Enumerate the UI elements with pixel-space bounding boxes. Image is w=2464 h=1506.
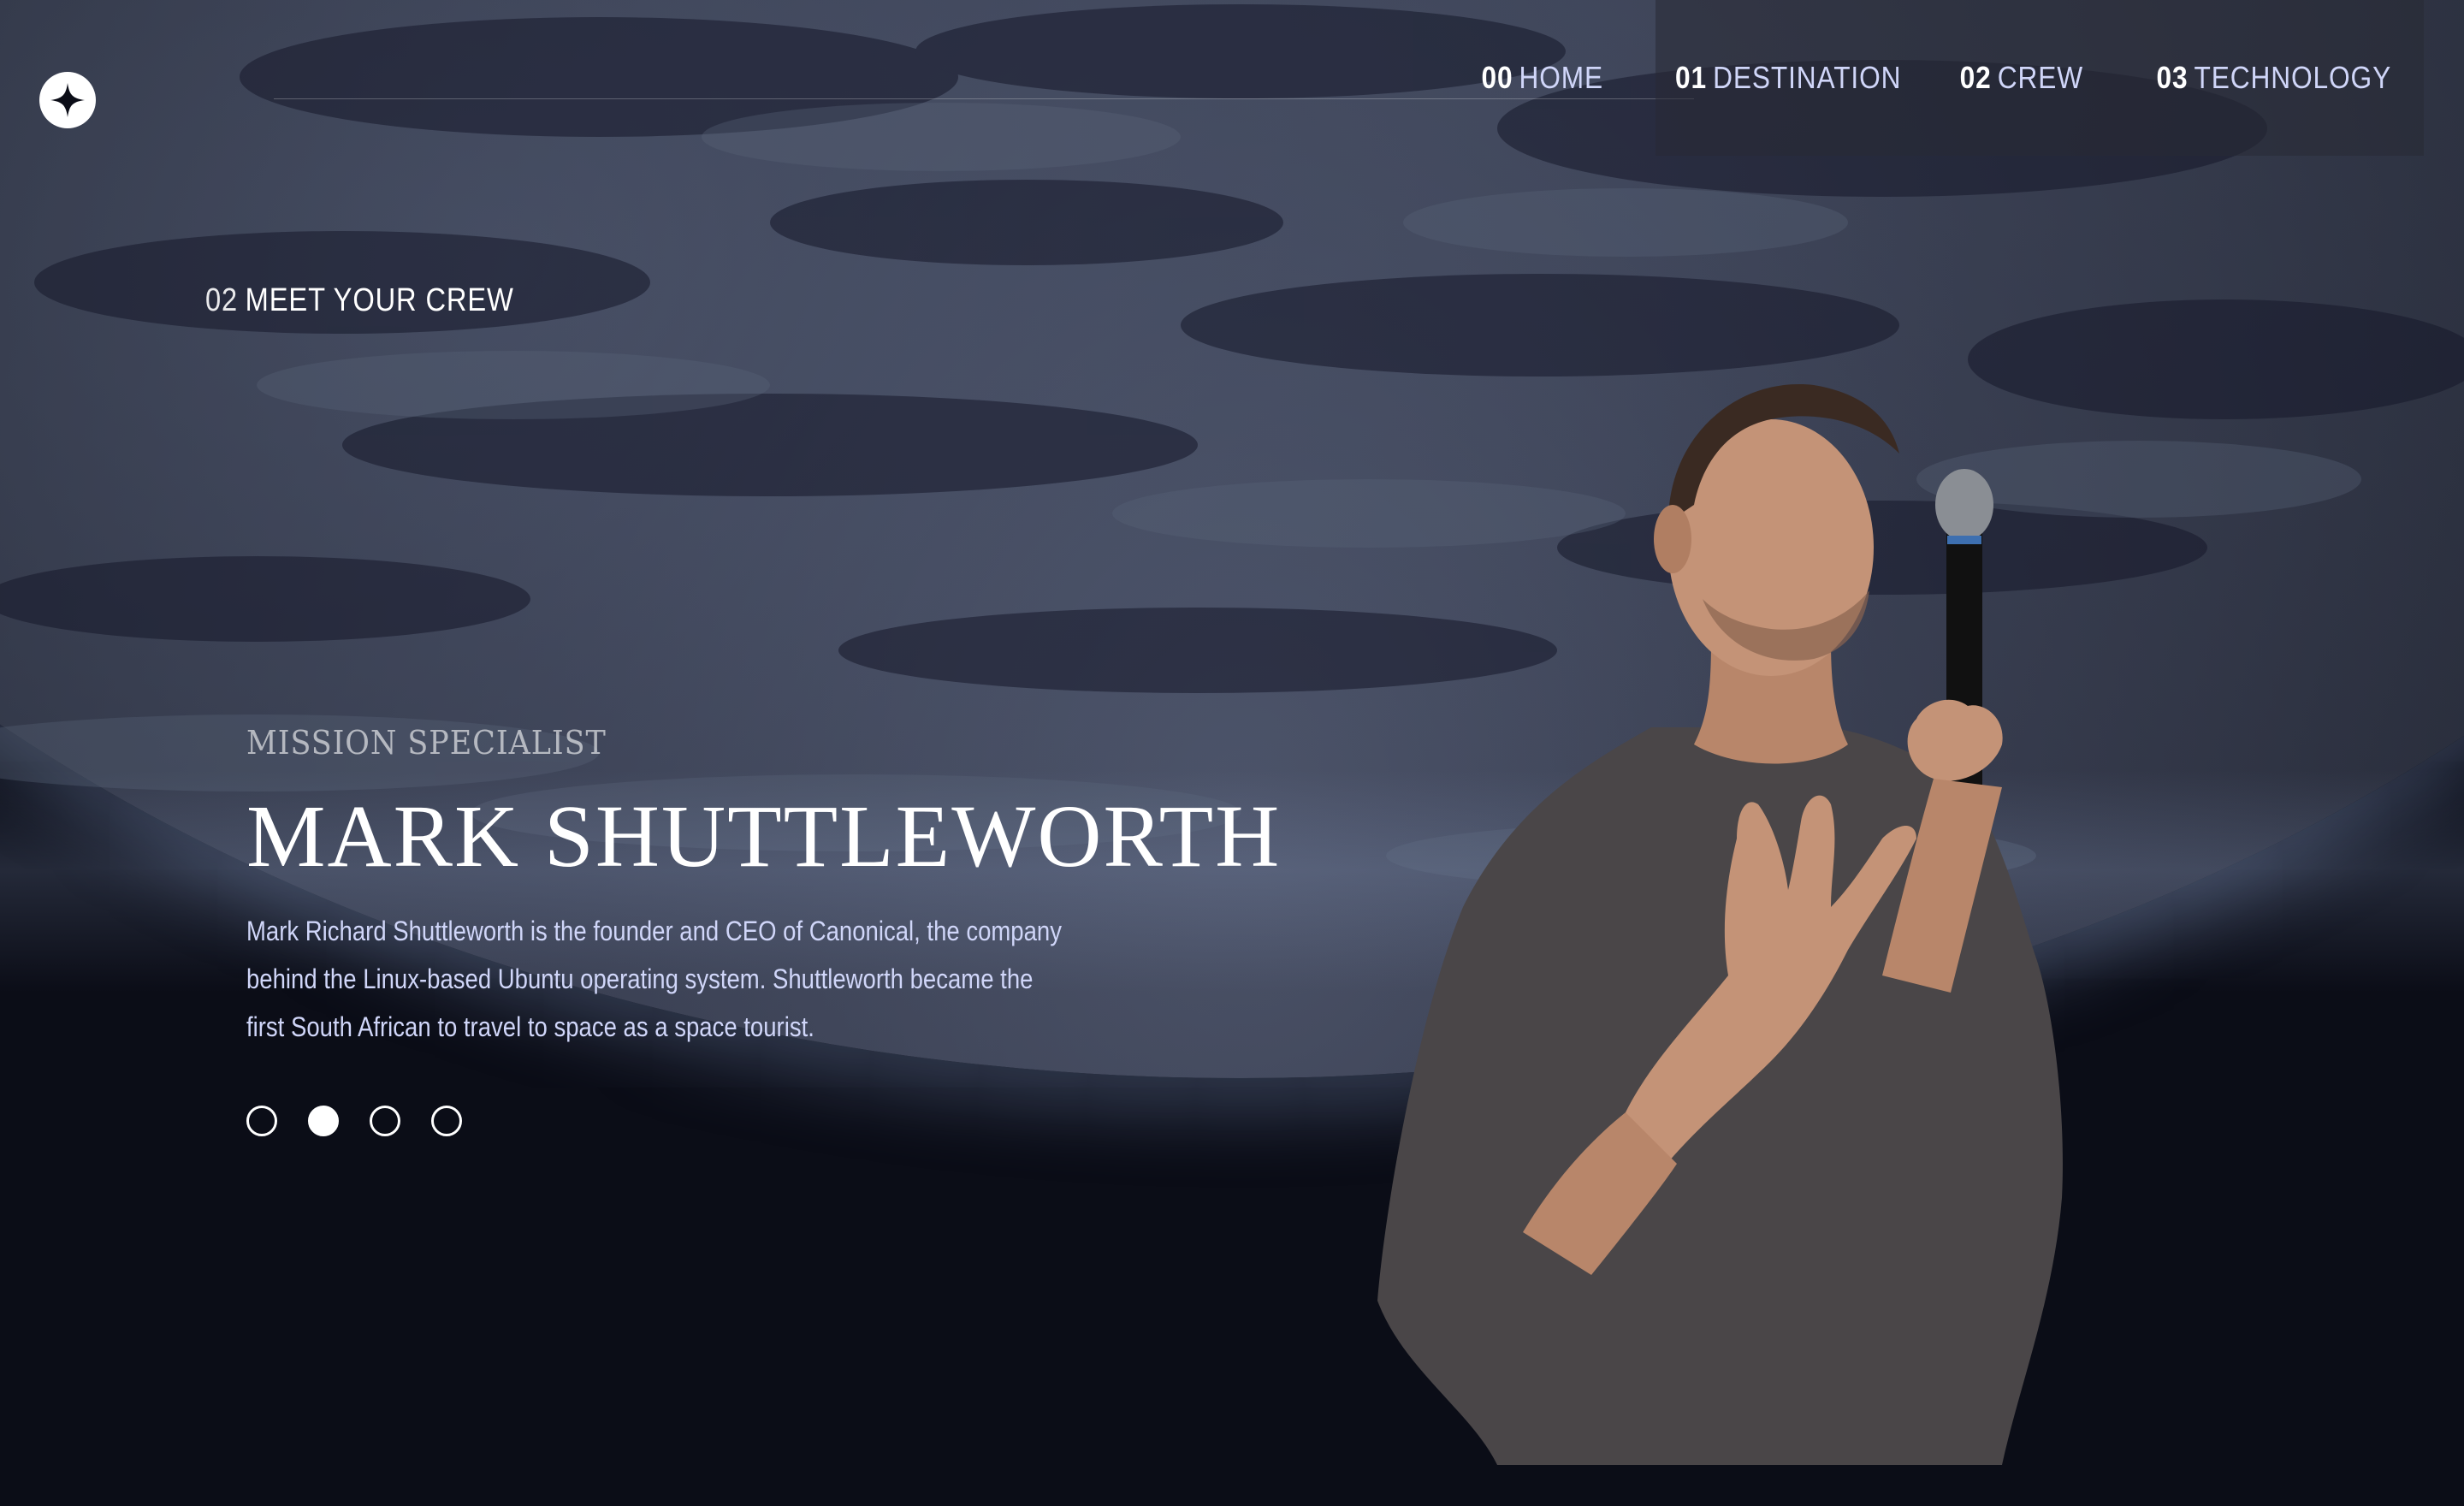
- crew-role: MISSION SPECIALIST: [246, 724, 607, 762]
- pagination-dot-1[interactable]: [246, 1106, 277, 1136]
- crew-bio: Mark Richard Shuttleworth is the founder…: [246, 916, 1062, 1042]
- nav-item-number: 00: [1481, 60, 1513, 95]
- logo-icon[interactable]: [39, 72, 96, 128]
- main-navigation: 00 HOME 01 DESTINATION 02 CREW 03 TECHNOLOGY: [1482, 0, 2424, 156]
- nav-item-label: TECHNOLOGY: [2194, 60, 2391, 95]
- nav-item-technology[interactable]: 03 TECHNOLOGY: [2156, 60, 2391, 96]
- pagination-dot-4[interactable]: [431, 1106, 462, 1136]
- page-title-text: MEET YOUR CREW: [245, 282, 514, 318]
- nav-item-number: 02: [1959, 60, 1992, 95]
- nav-item-label: DESTINATION: [1713, 60, 1902, 95]
- nav-item-home[interactable]: 00 HOME: [1482, 60, 1604, 96]
- nav-item-number: 03: [2156, 60, 2189, 95]
- header-divider: [274, 98, 1694, 99]
- nav-item-label: HOME: [1519, 60, 1604, 95]
- page-title: 02 MEET YOUR CREW: [205, 282, 514, 319]
- four-point-star-icon: [50, 83, 85, 117]
- nav-item-crew[interactable]: 02 CREW: [1960, 60, 2083, 96]
- crew-pagination: [246, 1106, 493, 1136]
- pagination-dot-3[interactable]: [370, 1106, 400, 1136]
- pagination-dot-2[interactable]: [308, 1106, 339, 1136]
- nav-item-number: 01: [1675, 60, 1708, 95]
- crew-member-photo: [1377, 384, 2063, 1465]
- nav-item-destination[interactable]: 01 DESTINATION: [1676, 60, 1902, 96]
- page-title-number: 02: [205, 282, 239, 318]
- crew-name: MARK SHUTTLEWORTH: [246, 787, 1282, 886]
- nav-item-label: CREW: [1997, 60, 2083, 95]
